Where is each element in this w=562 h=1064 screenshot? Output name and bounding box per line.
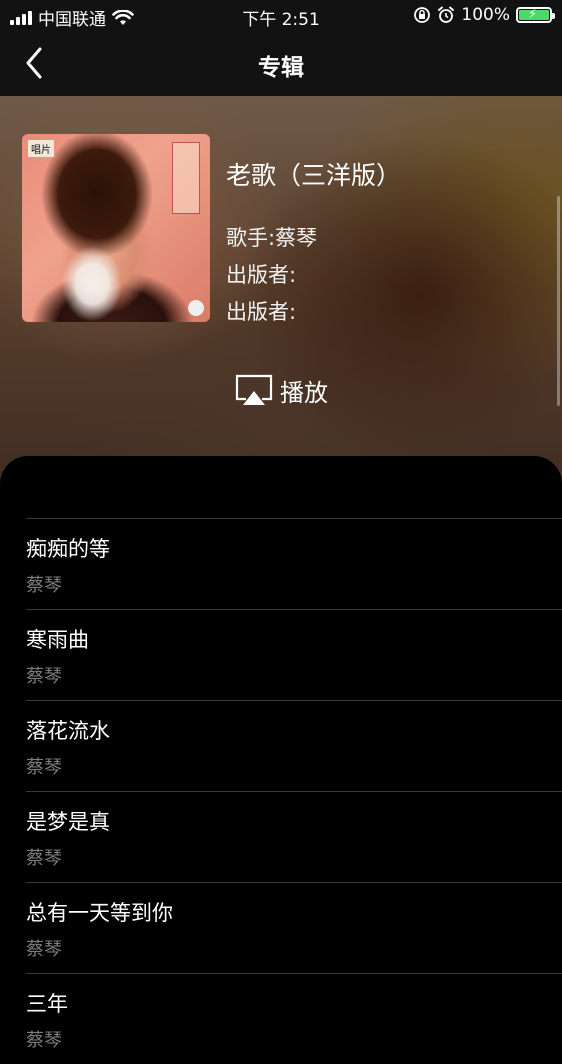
cover-logo [188, 300, 204, 316]
song-artist: 蔡琴 [26, 757, 62, 778]
song-artist: 蔡琴 [26, 1030, 62, 1051]
song-row[interactable]: 总有一天等到你 蔡琴 [26, 882, 562, 973]
battery-percent: 100% [461, 5, 510, 25]
alarm-icon [438, 6, 455, 23]
play-button[interactable]: 播放 [234, 370, 328, 410]
song-artist: 蔡琴 [26, 575, 62, 596]
album-publisher: 出版者: [226, 263, 297, 287]
song-row[interactable]: 是梦是真 蔡琴 [26, 791, 562, 882]
song-artist: 蔡琴 [26, 848, 62, 869]
page-title: 专辑 [258, 55, 304, 81]
song-list: 痴痴的等 蔡琴 寒雨曲 蔡琴 落花流水 蔡琴 是梦是真 蔡琴 总有一天等到你 蔡… [0, 518, 562, 1064]
album-singer: 歌手:蔡琴 [226, 226, 318, 250]
song-row[interactable]: 寒雨曲 蔡琴 [26, 609, 562, 700]
song-row[interactable]: 痴痴的等 蔡琴 [26, 518, 562, 609]
cover-label-graphic: 唱片 [28, 140, 54, 157]
cover-title-strip [172, 142, 200, 214]
play-label: 播放 [280, 378, 328, 407]
song-artist: 蔡琴 [26, 666, 62, 687]
song-title: 痴痴的等 [26, 537, 110, 561]
song-title: 总有一天等到你 [26, 901, 173, 925]
album-cover: 唱片 [22, 134, 210, 322]
nav-bar: 专辑 [0, 32, 562, 96]
song-row[interactable]: 落花流水 蔡琴 [26, 700, 562, 791]
battery-icon: ⚡ [516, 7, 555, 23]
song-title: 寒雨曲 [26, 628, 89, 652]
song-row[interactable]: 三年 蔡琴 [26, 973, 562, 1064]
song-title: 三年 [26, 992, 68, 1016]
status-bar: 中国联通 下午 2:51 100% ⚡ [0, 0, 562, 32]
orientation-lock-icon [414, 7, 431, 23]
song-artist: 蔡琴 [26, 939, 62, 960]
song-title: 落花流水 [26, 719, 110, 743]
song-title: 是梦是真 [26, 810, 110, 834]
album-title: 老歌（三洋版） [226, 161, 402, 190]
scroll-indicator [557, 196, 560, 406]
album-publisher-2: 出版者: [226, 300, 297, 324]
status-right: 100% ⚡ [413, 5, 555, 25]
airplay-icon [235, 374, 273, 405]
song-list-sheet: 痴痴的等 蔡琴 寒雨曲 蔡琴 落花流水 蔡琴 是梦是真 蔡琴 总有一天等到你 蔡… [0, 456, 562, 1051]
